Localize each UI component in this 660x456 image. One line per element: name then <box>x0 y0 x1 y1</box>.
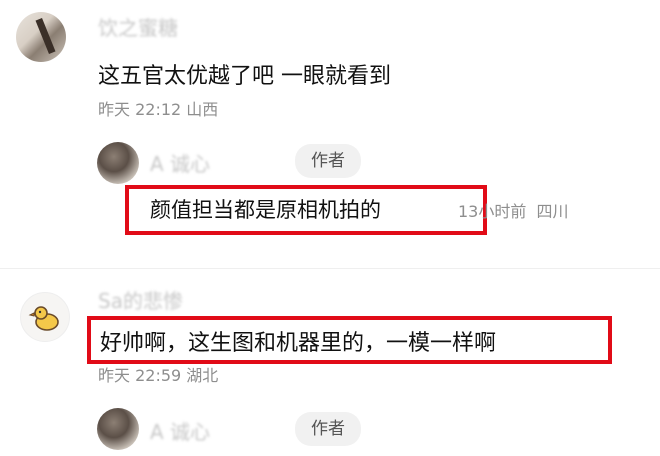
divider <box>0 268 660 269</box>
comment-text: 好帅啊，这生图和机器里的，一模一样啊 <box>100 331 497 356</box>
reply-username[interactable]: A 诚心 <box>150 416 210 445</box>
reply-avatar[interactable] <box>97 142 139 184</box>
comment-text: 这五官太优越了吧 一眼就看到 <box>98 64 391 89</box>
reply-location: 四川 <box>536 202 569 221</box>
avatar[interactable] <box>20 292 70 342</box>
comment-meta: 昨天 22:12 山西 <box>98 96 218 120</box>
reply-meta: 13小时前 四川 <box>458 198 569 222</box>
author-badge: 作者 <box>295 144 361 178</box>
reply-time: 13小时前 <box>458 202 527 221</box>
comment-location: 湖北 <box>186 366 219 385</box>
username[interactable]: Sa的悲惨 <box>98 285 183 314</box>
comment-meta: 昨天 22:59 湖北 <box>98 362 218 386</box>
comment-time: 昨天 22:59 <box>98 366 182 385</box>
duck-icon <box>28 306 59 331</box>
avatar[interactable] <box>16 12 66 62</box>
reply-avatar[interactable] <box>97 408 139 450</box>
author-badge: 作者 <box>295 412 361 446</box>
comment-time: 昨天 22:12 <box>98 100 182 119</box>
username[interactable]: 饮之蜜糖 <box>98 12 178 41</box>
reply-username[interactable]: A 诚心 <box>150 148 210 177</box>
comment-location: 山西 <box>186 100 219 119</box>
reply-text: 颜值担当都是原相机拍的 <box>150 198 381 222</box>
